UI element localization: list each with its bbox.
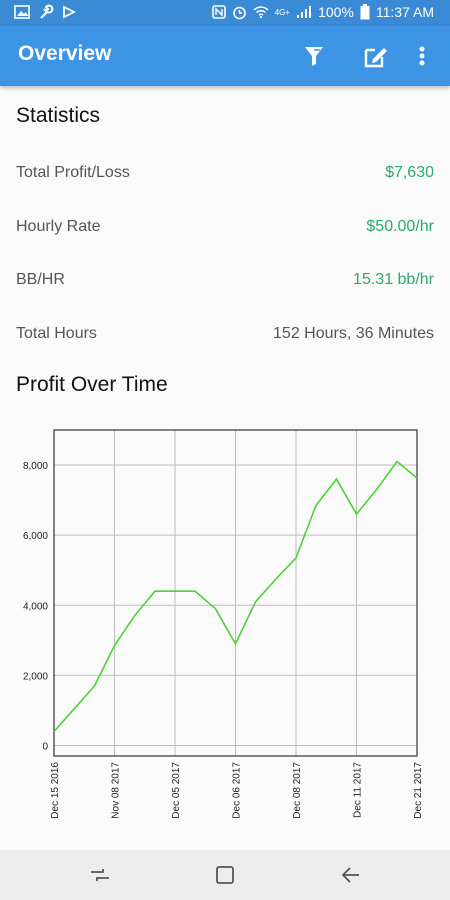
home-button[interactable] xyxy=(213,863,237,887)
profit-chart-svg: 0 2,000 4,000 6,000 8,000 Dec 15 2016 Nov 08 2… xyxy=(23,429,424,819)
recent-apps-button[interactable] xyxy=(88,863,112,887)
x-tick-label: Dec 06 2017 xyxy=(232,762,243,819)
x-tick-label: Nov 08 2017 xyxy=(111,762,122,819)
more-vert-icon xyxy=(419,46,425,66)
signal-icon xyxy=(297,6,312,18)
nfc-icon xyxy=(211,5,226,19)
app-bar: Overview xyxy=(0,26,450,86)
back-icon xyxy=(341,867,359,883)
clock: 11:37 AM xyxy=(375,4,434,20)
stat-label: Hourly Rate xyxy=(16,218,101,235)
gallery-icon xyxy=(14,5,30,19)
battery-icon xyxy=(360,4,370,20)
x-tick-label: Dec 11 2017 xyxy=(353,762,364,818)
stat-label: Total Hours xyxy=(16,325,97,342)
x-tick-label: Dec 05 2017 xyxy=(171,762,182,819)
status-right-icons: 4G+ 100% 11:37 AM xyxy=(211,4,434,20)
stat-row-total-hours: Total Hours 152 Hours, 36 Minutes xyxy=(16,325,434,349)
y-tick-label: 0 xyxy=(42,741,48,752)
x-tick-label: Dec 15 2016 xyxy=(50,762,61,819)
stat-value: 15.31 bb/hr xyxy=(353,271,434,288)
alarm-icon xyxy=(232,6,246,19)
profit-chart: 0 2,000 4,000 6,000 8,000 Dec 15 2016 Nov 08 2… xyxy=(0,418,450,838)
y-tick-label: 2,000 xyxy=(23,671,48,682)
filter-button[interactable] xyxy=(300,42,328,70)
stat-row-hourly-rate: Hourly Rate $50.00/hr xyxy=(16,218,434,242)
stat-row-bb-hr: BB/HR 15.31 bb/hr xyxy=(16,271,434,295)
page-title: Overview xyxy=(18,42,112,65)
wifi-icon xyxy=(253,6,269,19)
stat-row-total-profit: Total Profit/Loss $7,630 xyxy=(16,164,434,188)
wrench-icon xyxy=(40,4,54,19)
y-tick-label: 8,000 xyxy=(23,461,48,472)
edit-button[interactable] xyxy=(362,42,390,70)
home-icon xyxy=(216,866,234,884)
stat-value: $50.00/hr xyxy=(366,218,434,235)
navigation-bar xyxy=(0,850,450,900)
filter-icon xyxy=(305,47,323,66)
y-tick-label: 6,000 xyxy=(23,531,48,542)
edit-icon xyxy=(364,48,387,68)
stat-label: Total Profit/Loss xyxy=(16,164,130,181)
back-button[interactable] xyxy=(338,863,362,887)
y-tick-label: 4,000 xyxy=(23,601,48,612)
status-left-icons xyxy=(14,4,76,20)
more-options-button[interactable] xyxy=(412,42,432,70)
chart-heading: Profit Over Time xyxy=(16,373,168,396)
media-icon xyxy=(63,5,76,19)
x-tick-label: Dec 21 2017 xyxy=(413,762,424,819)
x-tick-label: Dec 08 2017 xyxy=(292,762,303,819)
stat-label: BB/HR xyxy=(16,271,65,288)
network-type-label: 4G+ xyxy=(274,7,291,17)
battery-percent: 100% xyxy=(318,4,354,20)
stat-value: 152 Hours, 36 Minutes xyxy=(273,325,434,342)
recent-apps-icon xyxy=(91,869,109,881)
statistics-heading: Statistics xyxy=(16,104,101,127)
status-bar: 4G+ 100% 11:37 AM xyxy=(0,0,450,26)
stat-value: $7,630 xyxy=(385,164,434,181)
